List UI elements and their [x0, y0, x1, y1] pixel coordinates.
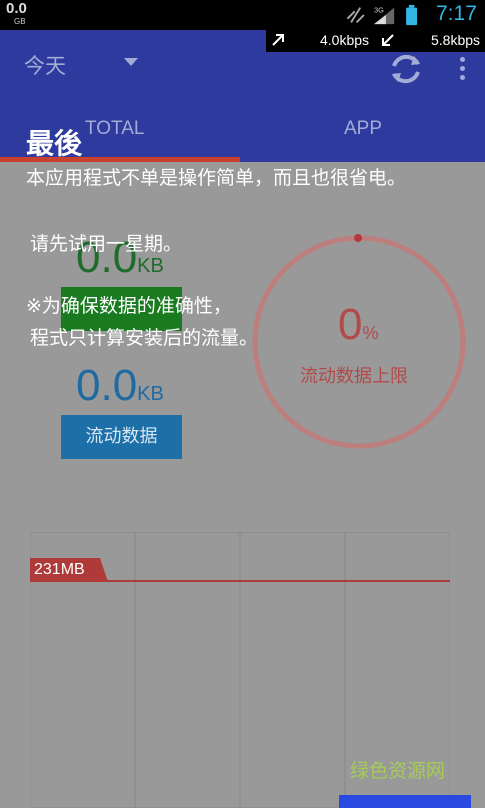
overlay-title: 最後	[26, 127, 83, 160]
status-icons: 3G	[346, 4, 418, 26]
download-speed: 5.8kbps	[431, 32, 481, 48]
overlay-line-2: 请先试用一星期。	[30, 233, 183, 255]
refresh-icon[interactable]	[387, 50, 425, 88]
bottom-highlight	[339, 795, 471, 808]
download-arrow-icon	[382, 34, 394, 46]
chart-limit-label: 231MB	[34, 561, 85, 578]
tab-total[interactable]: TOTAL	[85, 118, 144, 140]
svg-text:3G: 3G	[374, 5, 384, 14]
data-transfer-icon	[346, 7, 365, 23]
mobile-usage-unit: KB	[137, 383, 164, 405]
overlay-line-1: 本应用程式不单是操作简单，而且也很省电。	[26, 167, 407, 189]
overlay-line-4: 程式只计算安装后的流量。	[30, 327, 259, 349]
data-counter-unit: GB	[14, 17, 26, 26]
chevron-down-icon[interactable]	[124, 58, 138, 66]
data-counter-value: 0.0	[6, 0, 27, 17]
upload-speed: 4.0kbps	[320, 32, 370, 48]
period-selector[interactable]: 今天	[24, 50, 66, 80]
battery-icon	[406, 4, 418, 26]
3g-signal-icon: 3G	[374, 5, 395, 25]
mobile-usage-value: 0.0	[76, 361, 138, 410]
overlay-line-3: ※为确保数据的准确性，	[26, 295, 232, 317]
upload-arrow-icon	[272, 34, 284, 46]
limit-label: 流动数据上限	[300, 366, 408, 387]
usage-value-mobile: 0.0KB	[76, 364, 164, 408]
overflow-menu-icon[interactable]	[457, 57, 467, 83]
status-bar: 0.0 GB 3G 7:17	[0, 0, 485, 30]
mobile-data-button[interactable]: 流动数据	[61, 415, 182, 459]
clock: 7:17	[436, 2, 477, 25]
tab-app[interactable]: APP	[344, 118, 382, 140]
watermark: 绿色资源网	[350, 760, 446, 782]
